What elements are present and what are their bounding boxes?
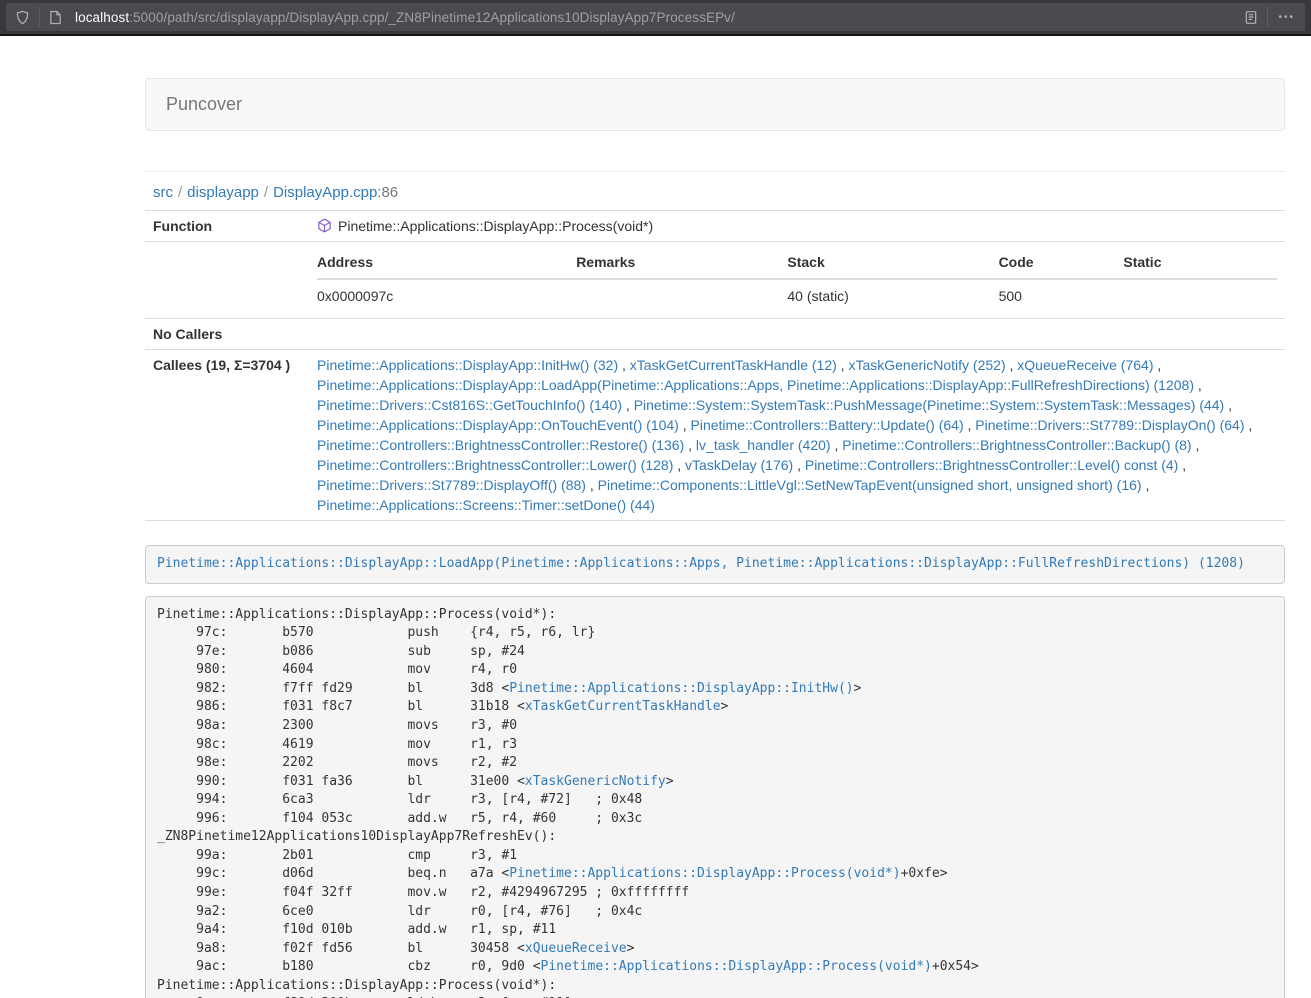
breadcrumb-separator: / — [264, 184, 268, 201]
table-row: 0x0000097c 40 (static) 500 — [317, 279, 1277, 313]
breadcrumb-line-number: :86 — [377, 184, 398, 201]
asm-symbol-link[interactable]: Pinetime::Applications::DisplayApp::Proc… — [509, 866, 900, 881]
page-info-icon[interactable] — [40, 10, 71, 25]
url-host: localhost — [75, 10, 129, 25]
asm-symbol-link[interactable]: xQueueReceive — [525, 941, 627, 956]
page-actions-icon[interactable]: ••• — [1268, 12, 1305, 23]
source-line-snippet: Pinetime::Applications::DisplayApp::Load… — [145, 545, 1285, 584]
callee-link[interactable]: Pinetime::Controllers::BrightnessControl… — [317, 437, 684, 453]
symbol-cube-icon — [317, 218, 332, 233]
address-value: 0x0000097c — [317, 279, 576, 313]
callee-link[interactable]: xQueueReceive (764) — [1017, 357, 1153, 373]
no-callers-label: No Callers — [145, 319, 309, 350]
callee-link[interactable]: Pinetime::Drivers::Cst816S::GetTouchInfo… — [317, 397, 622, 413]
callee-link[interactable]: xTaskGenericNotify (252) — [848, 357, 1005, 373]
brand-title[interactable]: Puncover — [166, 94, 242, 114]
stack-value: 40 (static) — [787, 279, 998, 313]
asm-symbol-link[interactable]: xTaskGetCurrentTaskHandle — [525, 699, 721, 714]
remarks-value — [576, 279, 787, 313]
callee-link[interactable]: Pinetime::Components::LittleVgl::SetNewT… — [598, 477, 1142, 493]
callee-link[interactable]: Pinetime::Applications::Screens::Timer::… — [317, 497, 655, 513]
col-header-code: Code — [999, 247, 1124, 279]
callee-link[interactable]: Pinetime::Controllers::BrightnessControl… — [842, 437, 1191, 453]
static-value — [1123, 279, 1277, 313]
col-header-address: Address — [317, 247, 576, 279]
code-size-value: 500 — [999, 279, 1124, 313]
callees-row: Callees (19, Σ=3704 ) Pinetime::Applicat… — [145, 350, 1285, 521]
asm-symbol-link[interactable]: Pinetime::Applications::DisplayApp::Init… — [509, 681, 853, 696]
callee-link[interactable]: Pinetime::Controllers::BrightnessControl… — [805, 457, 1178, 473]
callee-link[interactable]: Pinetime::Controllers::Battery::Update()… — [691, 417, 964, 433]
callee-link[interactable]: lv_task_handler (420) — [696, 437, 831, 453]
col-header-static: Static — [1123, 247, 1277, 279]
assembly-listing: Pinetime::Applications::DisplayApp::Proc… — [145, 596, 1285, 998]
callee-link[interactable]: xTaskGetCurrentTaskHandle (12) — [630, 357, 837, 373]
callee-link[interactable]: Pinetime::Controllers::BrightnessControl… — [317, 457, 673, 473]
breadcrumb-separator: / — [178, 184, 182, 201]
function-label: Function — [145, 211, 309, 242]
url-bar[interactable]: localhost:5000/path/src/displayapp/Displ… — [6, 3, 1305, 31]
browser-toolbar: localhost:5000/path/src/displayapp/Displ… — [0, 0, 1311, 36]
asm-symbol-link[interactable]: Pinetime::Applications::DisplayApp::Proc… — [541, 959, 932, 974]
function-table: Function Pinetime::Applications::Display… — [145, 210, 1285, 521]
callee-link[interactable]: vTaskDelay (176) — [685, 457, 793, 473]
stats-table: Address Remarks Stack Code Static 0x0000… — [317, 247, 1277, 313]
callee-link[interactable]: Pinetime::Applications::DisplayApp::Load… — [317, 377, 1194, 393]
asm-symbol-link[interactable]: xTaskGenericNotify — [525, 774, 666, 789]
col-header-stack: Stack — [787, 247, 998, 279]
callees-cell: Pinetime::Applications::DisplayApp::Init… — [309, 350, 1285, 521]
callee-link[interactable]: Pinetime::Drivers::St7789::DisplayOff() … — [317, 477, 586, 493]
callee-link[interactable]: Pinetime::Drivers::St7789::DisplayOn() (… — [975, 417, 1244, 433]
callers-row: No Callers — [145, 319, 1285, 350]
breadcrumb-link-file[interactable]: DisplayApp.cpp — [273, 184, 377, 201]
function-name: Pinetime::Applications::DisplayApp::Proc… — [338, 218, 653, 234]
breadcrumb: src / displayapp / DisplayApp.cpp:86 — [153, 184, 1285, 201]
url-text[interactable]: localhost:5000/path/src/displayapp/Displ… — [75, 10, 1235, 25]
tracking-protection-shield-icon[interactable] — [6, 10, 39, 25]
source-line-link[interactable]: Pinetime::Applications::DisplayApp::Load… — [157, 556, 1245, 571]
app-navbar: Puncover — [145, 78, 1285, 131]
function-row: Function Pinetime::Applications::Display… — [145, 211, 1285, 242]
page-content: Puncover src / displayapp / DisplayApp.cpp:8… — [145, 78, 1285, 998]
breadcrumb-link-src[interactable]: src — [153, 184, 173, 201]
breadcrumb-link-displayapp[interactable]: displayapp — [187, 184, 259, 201]
col-header-remarks: Remarks — [576, 247, 787, 279]
reader-mode-icon[interactable] — [1235, 10, 1267, 25]
callees-label: Callees (19, Σ=3704 ) — [145, 350, 309, 521]
callee-link[interactable]: Pinetime::Applications::DisplayApp::Init… — [317, 357, 618, 373]
stats-row: Address Remarks Stack Code Static 0x0000… — [145, 242, 1285, 319]
callee-link[interactable]: Pinetime::Applications::DisplayApp::OnTo… — [317, 417, 679, 433]
divider — [145, 171, 1285, 172]
url-path: :5000/path/src/displayapp/DisplayApp.cpp… — [129, 10, 735, 25]
callee-link[interactable]: Pinetime::System::SystemTask::PushMessag… — [634, 397, 1225, 413]
